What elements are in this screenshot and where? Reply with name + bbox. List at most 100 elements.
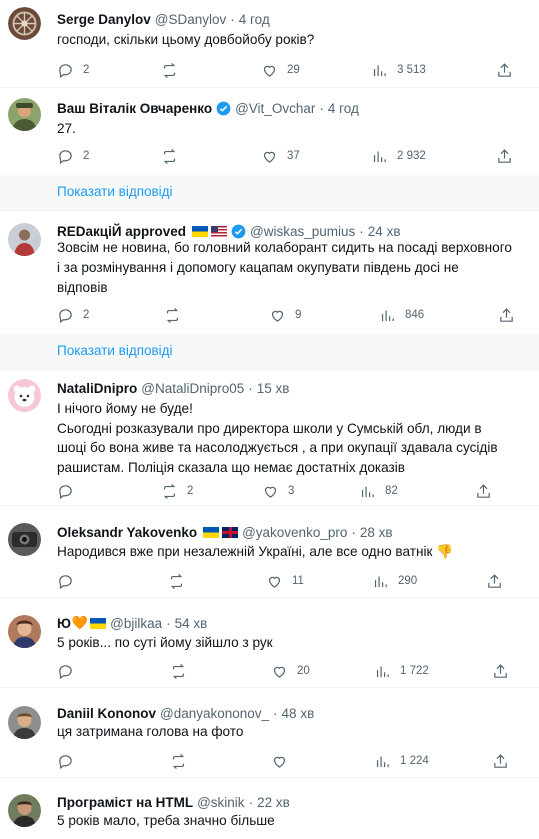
author-name[interactable]: Ю bbox=[57, 616, 71, 631]
share-button[interactable] bbox=[498, 304, 515, 326]
tweet-actions: 2 9 846 bbox=[57, 304, 525, 326]
reply-button[interactable]: 2 bbox=[57, 145, 89, 167]
views-button[interactable]: 2 932 bbox=[371, 145, 426, 167]
author-handle[interactable]: @skinik bbox=[197, 795, 244, 810]
author-name[interactable]: Daniil Kononov bbox=[57, 706, 156, 721]
author-name[interactable]: NataliDnipro bbox=[57, 381, 137, 396]
thumbs-down-emoji: 👎 bbox=[436, 544, 454, 559]
share-button[interactable] bbox=[492, 660, 509, 682]
views-button[interactable]: 82 bbox=[359, 480, 398, 502]
timestamp[interactable]: 15 хв bbox=[257, 381, 290, 396]
share-icon bbox=[494, 663, 507, 678]
timestamp[interactable]: 28 хв bbox=[360, 525, 393, 540]
retweet-icon bbox=[172, 753, 185, 769]
tweet-actions: 2 29 3 513 bbox=[57, 59, 525, 81]
like-count: 9 bbox=[295, 309, 302, 321]
avatar[interactable] bbox=[8, 615, 41, 648]
author-name[interactable]: Ваш Віталік Овчаренко bbox=[57, 101, 212, 116]
tweet[interactable]: Ваш Віталік Овчаренко @Vit_Ovchar · 4 го… bbox=[0, 88, 539, 172]
verified-badge-icon bbox=[231, 224, 246, 238]
author-handle[interactable]: @NataliDnipro05 bbox=[141, 381, 244, 396]
retweet-button[interactable] bbox=[161, 59, 187, 81]
timestamp[interactable]: 24 хв bbox=[368, 224, 401, 239]
avatar[interactable] bbox=[8, 706, 41, 739]
tweet-header: Serge Danylov @SDanylov · 4 год bbox=[57, 9, 529, 29]
timestamp[interactable]: 54 хв bbox=[175, 616, 208, 631]
show-replies-link[interactable]: Показати відповіді bbox=[0, 334, 539, 370]
show-replies-link[interactable]: Показати відповіді bbox=[0, 175, 539, 211]
verified-badge-icon bbox=[216, 101, 231, 115]
avatar[interactable] bbox=[8, 379, 41, 412]
tweet[interactable]: Daniil Kononov @danyakononov_ · 48 хв ця… bbox=[0, 690, 539, 778]
author-name[interactable]: Програміст на HTML bbox=[57, 795, 193, 810]
tweet[interactable]: Oleksandr Yakovenko @yakovenko_pro · 28 … bbox=[0, 508, 539, 598]
timestamp[interactable]: 4 год bbox=[328, 101, 359, 116]
tweet[interactable]: NataliDnipro @NataliDnipro05 · 15 хв І н… bbox=[0, 370, 539, 506]
tweet[interactable]: Ю 🧡 @bjilkaa · 54 хв 5 років... по суті … bbox=[0, 600, 539, 688]
avatar[interactable] bbox=[8, 7, 41, 40]
author-handle[interactable]: @danyakononov_ bbox=[160, 706, 269, 721]
tweet-actions: 2 3 82 bbox=[57, 480, 525, 502]
author-handle[interactable]: @bjilkaa bbox=[110, 616, 162, 631]
author-handle[interactable]: @SDanylov bbox=[155, 12, 226, 27]
timestamp[interactable]: 48 хв bbox=[282, 706, 315, 721]
views-count: 846 bbox=[405, 309, 425, 321]
share-button[interactable] bbox=[492, 750, 509, 772]
author-handle[interactable]: @wiskas_pumius bbox=[250, 224, 355, 239]
tweet[interactable]: Програміст на HTML @skinik · 22 хв 5 рок… bbox=[0, 780, 539, 839]
like-button[interactable] bbox=[271, 750, 297, 772]
avatar[interactable] bbox=[8, 523, 41, 556]
heart-icon bbox=[263, 65, 276, 77]
retweet-button[interactable] bbox=[170, 750, 196, 772]
separator-dot: · bbox=[351, 524, 356, 540]
share-button[interactable] bbox=[496, 59, 513, 81]
show-replies-label[interactable]: Показати відповіді bbox=[57, 184, 173, 199]
views-button[interactable]: 3 513 bbox=[371, 59, 426, 81]
views-button[interactable]: 846 bbox=[379, 304, 424, 326]
tweet-actions: 20 1 722 bbox=[57, 660, 525, 682]
like-button[interactable]: 20 bbox=[271, 660, 310, 682]
timestamp[interactable]: 4 год bbox=[239, 12, 270, 27]
author-handle[interactable]: @yakovenko_pro bbox=[242, 525, 347, 540]
author-handle[interactable]: @Vit_Ovchar bbox=[235, 101, 315, 116]
reply-button[interactable]: 2 bbox=[57, 59, 89, 81]
like-button[interactable]: 3 bbox=[262, 480, 294, 502]
tweet-text-line: відповів bbox=[57, 280, 108, 295]
reply-button[interactable] bbox=[57, 660, 83, 682]
author-name[interactable]: Serge Danylov bbox=[57, 12, 151, 27]
share-button[interactable] bbox=[496, 145, 513, 167]
reply-button[interactable] bbox=[57, 750, 83, 772]
tweet[interactable]: REDакціЙ approved @wiskas_pumius · 24 хв… bbox=[0, 211, 539, 333]
retweet-button[interactable]: 2 bbox=[161, 480, 193, 502]
timestamp[interactable]: 22 хв bbox=[257, 795, 290, 810]
like-button[interactable]: 37 bbox=[261, 145, 300, 167]
views-button[interactable]: 290 bbox=[372, 570, 417, 592]
tweet-text: І нічого йому не буде! Сьогодні розказув… bbox=[57, 399, 525, 477]
reply-button[interactable] bbox=[57, 570, 83, 592]
share-button[interactable] bbox=[475, 480, 492, 502]
heart-icon bbox=[273, 666, 286, 678]
heart-icon bbox=[273, 756, 286, 768]
like-button[interactable]: 9 bbox=[269, 304, 301, 326]
avatar[interactable] bbox=[8, 223, 41, 256]
avatar[interactable] bbox=[8, 794, 41, 827]
show-replies-label[interactable]: Показати відповіді bbox=[57, 343, 173, 358]
views-button[interactable]: 1 722 bbox=[374, 660, 429, 682]
retweet-button[interactable] bbox=[170, 660, 196, 682]
avatar[interactable] bbox=[8, 98, 41, 131]
retweet-button[interactable] bbox=[161, 145, 187, 167]
tweet[interactable]: Serge Danylov @SDanylov · 4 год господи,… bbox=[0, 0, 539, 88]
separator-dot: · bbox=[319, 100, 324, 116]
reply-button[interactable] bbox=[57, 480, 83, 502]
retweet-button[interactable] bbox=[168, 570, 194, 592]
retweet-icon bbox=[163, 148, 176, 164]
retweet-button[interactable] bbox=[164, 304, 190, 326]
author-name[interactable]: Oleksandr Yakovenko bbox=[57, 525, 197, 540]
views-count: 3 513 bbox=[397, 64, 426, 76]
share-button[interactable] bbox=[486, 570, 503, 592]
like-button[interactable]: 11 bbox=[266, 570, 304, 592]
like-button[interactable]: 29 bbox=[261, 59, 300, 81]
author-name[interactable]: REDакціЙ approved bbox=[57, 224, 186, 239]
reply-button[interactable]: 2 bbox=[57, 304, 89, 326]
views-button[interactable]: 1 224 bbox=[374, 750, 429, 772]
